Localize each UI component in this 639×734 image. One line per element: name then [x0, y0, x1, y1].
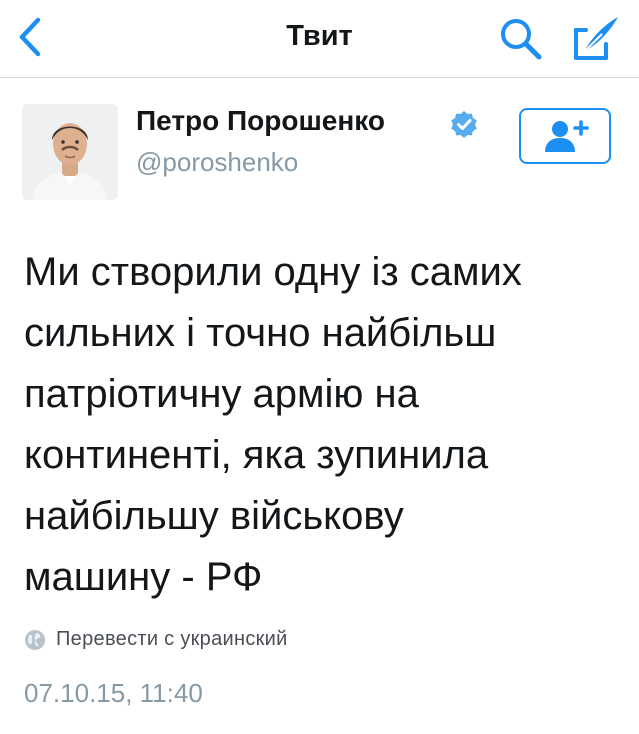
search-button[interactable]: [498, 16, 544, 62]
compose-icon: [574, 17, 618, 60]
search-icon: [501, 19, 542, 60]
tweet-timestamp: 07.10.15, 11:40: [24, 678, 203, 708]
follow-button[interactable]: [519, 108, 611, 164]
globe-icon: [25, 629, 45, 650]
compose-button[interactable]: [572, 14, 622, 62]
tweet-line: машину - РФ: [24, 555, 263, 599]
verified-badge-icon: [451, 111, 477, 138]
tweet-text: Ми створили одну із самих сильних і точн…: [24, 242, 624, 608]
tweet-line: Ми створили одну із самих: [24, 250, 522, 294]
translate-link[interactable]: Перевести с украинский: [24, 628, 288, 651]
add-user-icon: [545, 120, 589, 152]
avatar[interactable]: [22, 104, 118, 200]
navigation-bar: Твит: [0, 0, 639, 78]
translate-label[interactable]: Перевести с украинский: [56, 628, 288, 651]
tweet-line: патріотичну армію на: [24, 372, 419, 416]
tweet-line: найбільшу військову: [24, 494, 404, 538]
author-name[interactable]: Петро Порошенко: [136, 105, 385, 137]
profile-photo: [22, 104, 118, 200]
tweet-line: сильних і точно найбільш: [24, 311, 497, 355]
author-handle[interactable]: @poroshenko: [136, 147, 298, 178]
tweet-line: континенті, яка зупинила: [24, 433, 489, 477]
